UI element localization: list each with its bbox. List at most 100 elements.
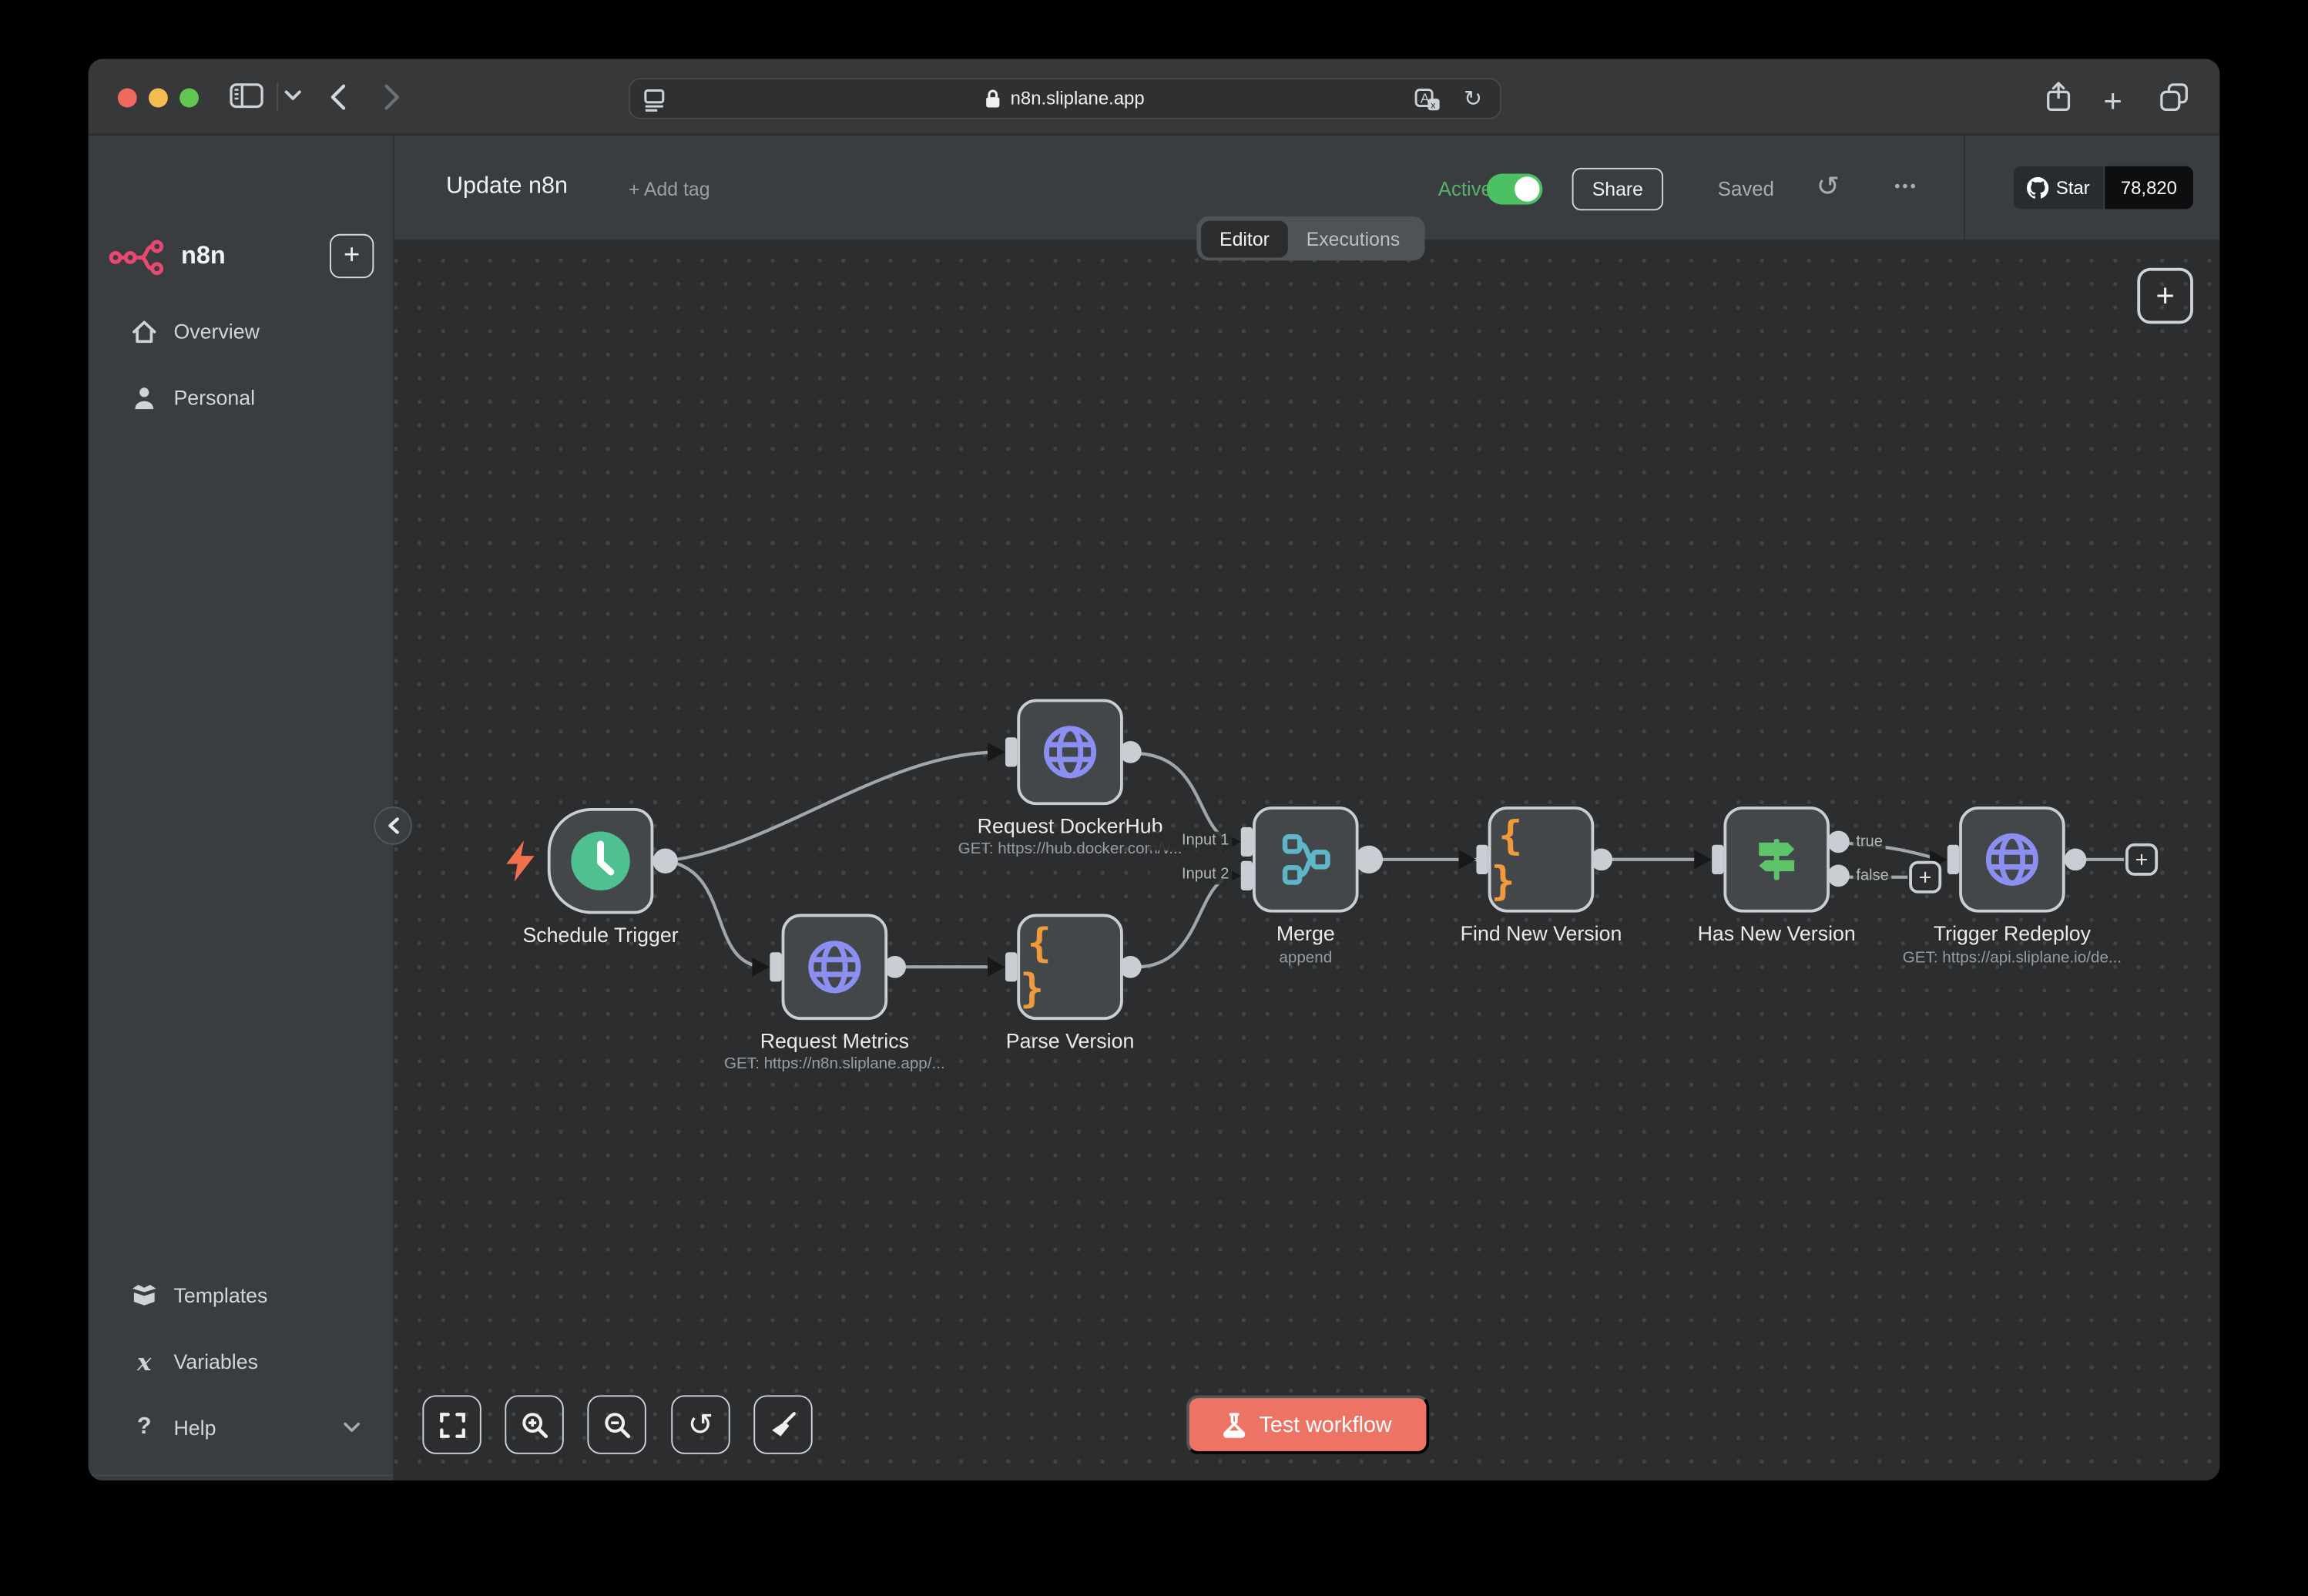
brand-name: n8n: [181, 241, 226, 270]
node-schedule-trigger[interactable]: [548, 808, 654, 914]
node-label: Parse Version: [945, 1029, 1196, 1053]
sidebar-item-label: Templates: [173, 1283, 267, 1307]
add-node-button[interactable]: +: [2137, 268, 2193, 324]
chevron-down-icon: [343, 1422, 361, 1433]
node-trigger-redeploy[interactable]: [1959, 806, 2065, 913]
minimize-window-button[interactable]: [148, 88, 167, 107]
add-node-false-branch-button[interactable]: +: [1909, 861, 1941, 894]
translate-icon[interactable]: Ax: [1414, 89, 1441, 112]
node-merge[interactable]: [1253, 806, 1359, 913]
new-tab-icon[interactable]: +: [2103, 82, 2122, 121]
tab-executions[interactable]: Executions: [1289, 227, 1417, 250]
saved-status: Saved: [1718, 178, 1774, 200]
question-icon: ?: [129, 1414, 159, 1440]
star-label: Star: [2056, 177, 2090, 198]
github-icon: [2027, 176, 2049, 199]
sidebar-item-overview[interactable]: Overview: [89, 309, 394, 353]
home-icon: [129, 319, 159, 344]
github-star-button[interactable]: Star: [2014, 166, 2103, 209]
workflow-title[interactable]: Update n8n: [446, 173, 568, 200]
github-star-widget[interactable]: Star 78,820: [2014, 166, 2193, 209]
braces-icon: { }: [1020, 921, 1120, 1012]
sidebar-divider: [89, 1475, 394, 1477]
plus-icon: +: [2135, 847, 2149, 872]
sidebar-item-templates[interactable]: Templates: [89, 1273, 394, 1317]
node-label: Trigger Redeploy: [1887, 921, 2138, 945]
node-subtitle: append: [1136, 949, 1474, 967]
plus-icon: +: [2155, 277, 2175, 315]
lock-icon: [985, 89, 1001, 109]
tab-overview-icon[interactable]: [2159, 82, 2189, 112]
zoom-in-button[interactable]: [505, 1395, 563, 1454]
new-workflow-button[interactable]: +: [330, 234, 374, 278]
url-display: n8n.sliplane.app: [630, 79, 1500, 118]
sidebar-item-variables[interactable]: x Variables: [89, 1340, 394, 1383]
zoom-window-button[interactable]: [179, 88, 198, 107]
node-find-new-version[interactable]: { }: [1488, 806, 1595, 913]
node-parse-version[interactable]: { }: [1017, 914, 1123, 1021]
sidebar-collapse-button[interactable]: [374, 806, 412, 845]
app-sidebar: n8n + Overview Personal Templates: [89, 136, 394, 1480]
plus-icon: +: [1919, 865, 1932, 890]
reset-zoom-button[interactable]: ↺: [671, 1395, 730, 1454]
toolbar-divider: [277, 82, 278, 112]
fit-view-button[interactable]: [422, 1395, 481, 1454]
node-has-new-version[interactable]: [1723, 806, 1830, 913]
svg-text:x: x: [1431, 100, 1436, 111]
undo-icon: ↺: [688, 1407, 714, 1443]
share-page-icon[interactable]: [2046, 81, 2071, 112]
chevron-left-icon: [387, 816, 400, 834]
more-options-button[interactable]: •••: [1894, 178, 1918, 196]
merge-input1-label: Input 1: [1149, 832, 1232, 851]
add-tag-button[interactable]: + Add tag: [629, 178, 710, 200]
active-label: Active: [1438, 178, 1492, 200]
fit-view-icon: [437, 1409, 468, 1440]
header-divider: [1964, 136, 1965, 240]
node-label: Schedule Trigger: [475, 923, 726, 947]
chevron-down-icon[interactable]: [284, 90, 302, 102]
test-workflow-button[interactable]: Test workflow: [1186, 1395, 1429, 1454]
node-request-metrics[interactable]: [782, 914, 888, 1021]
merge-icon: [1275, 829, 1337, 890]
sidebar-item-label: Overview: [173, 320, 260, 344]
test-workflow-label: Test workflow: [1260, 1412, 1392, 1437]
star-count[interactable]: 78,820: [2105, 166, 2193, 209]
globe-icon: [1981, 829, 2043, 890]
clock-icon: [562, 823, 639, 899]
globe-icon: [803, 936, 865, 998]
url-text: n8n.sliplane.app: [1011, 89, 1145, 109]
active-toggle[interactable]: [1487, 173, 1543, 204]
share-button[interactable]: Share: [1572, 168, 1663, 210]
screen: n8n.sliplane.app Ax ↻ +: [0, 0, 2308, 1595]
add-node-after-redeploy-button[interactable]: +: [2125, 843, 2158, 876]
node-label: Request Metrics: [710, 1029, 960, 1053]
node-subtitle: GET: https://n8n.sliplane.app/...: [666, 1055, 1004, 1073]
output-true-label: true: [1853, 833, 1886, 852]
tidy-up-button[interactable]: [753, 1395, 812, 1454]
sidebar-item-label: Help: [173, 1416, 216, 1440]
broom-icon: [768, 1410, 797, 1439]
address-bar[interactable]: n8n.sliplane.app Ax ↻: [629, 78, 1501, 119]
signpost-icon: [1746, 829, 1807, 890]
sidebar-item-personal[interactable]: Personal: [89, 375, 394, 419]
back-button-icon[interactable]: [330, 84, 346, 110]
sidebar-item-label: Variables: [173, 1350, 258, 1373]
braces-icon: { }: [1491, 814, 1592, 905]
variable-icon: x: [129, 1347, 159, 1375]
output-false-label: false: [1853, 867, 1892, 886]
workflow-canvas[interactable]: Schedule Trigger Request DockerHub GET: …: [394, 240, 2219, 1480]
sidebar-item-help[interactable]: ? Help: [89, 1406, 394, 1450]
zoom-in-icon: [519, 1409, 550, 1440]
edge-schedule-metrics: [666, 861, 764, 967]
toggle-knob: [1515, 176, 1539, 201]
node-label: Has New Version: [1652, 921, 1902, 945]
zoom-out-button[interactable]: [587, 1395, 646, 1454]
sidebar-toggle-icon[interactable]: [230, 82, 263, 109]
close-window-button[interactable]: [117, 88, 136, 107]
tab-editor[interactable]: Editor: [1200, 220, 1289, 257]
reload-icon[interactable]: ↻: [1464, 86, 1482, 112]
node-request-dockerhub[interactable]: [1017, 699, 1123, 806]
forward-button-icon[interactable]: [384, 84, 401, 110]
user-icon: [129, 385, 159, 410]
history-icon[interactable]: ↺: [1817, 171, 1840, 205]
